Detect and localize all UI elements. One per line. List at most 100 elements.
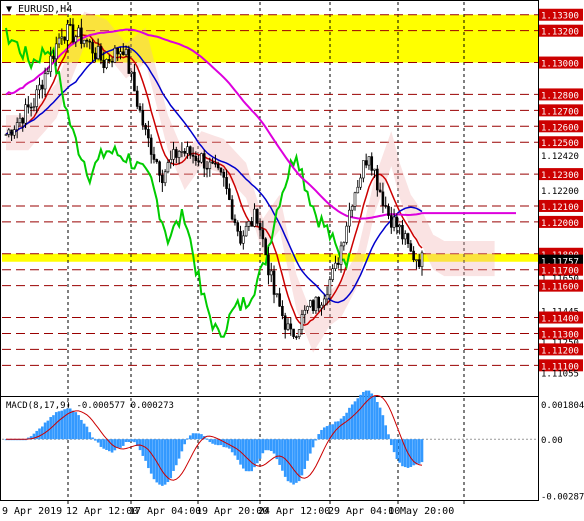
macd-bar [200,434,203,440]
macd-bar [398,439,401,463]
macd-bar [325,426,329,440]
candle-body [7,129,11,135]
macd-bar [381,415,385,440]
macd-bar [289,439,293,483]
candle-body [320,304,323,309]
candle-body [194,156,198,161]
candle-body [52,55,55,60]
macd-bar [222,439,226,448]
macd-bar [278,439,281,465]
candle-body [345,225,348,243]
candle-body [303,309,307,315]
candle-body [314,296,318,312]
chart-title: ▼ EURUSD,H4 [6,4,72,15]
candle-body [331,268,334,280]
candle-body [40,84,44,90]
macd-bar [102,439,106,449]
candle-body [127,49,131,74]
macd-bar [54,412,58,440]
candle-body [289,323,293,330]
candle-body [420,252,424,267]
candle-body [74,36,78,43]
candle-body [384,205,388,207]
macd-bar [292,439,295,485]
macd-bar [80,419,83,440]
macd-bar [96,439,100,443]
candle-body [202,153,206,169]
candle-body [102,59,106,68]
macd-bar [180,439,184,452]
macd-bar [57,411,61,440]
macd-bar [348,407,351,440]
candle-body [138,106,142,111]
time-label: 17 Apr 04:00 [129,506,201,517]
macd-bar [322,427,326,440]
macd-bar [147,439,150,469]
candle-body [144,124,147,130]
candle-body [236,222,240,232]
candle-body [356,186,360,194]
macd-bar [244,439,248,472]
macd-bar [194,433,198,440]
macd-bar [364,390,368,440]
candle-body [348,209,351,227]
candle-body [71,24,75,43]
macd-bar [38,428,41,440]
price-label: 1.12100 [541,203,579,213]
macd-bar [133,439,136,443]
macd-axis-label: -0.002874 [541,493,584,503]
macd-bar [205,438,209,440]
price-label: 1.13300 [541,12,579,22]
candle-body [15,122,19,130]
macd-bar [387,434,390,440]
candle-body [219,167,223,173]
candle-body [295,336,298,338]
candle-body [339,245,343,265]
candle-body [317,296,320,309]
candle-body [133,71,136,92]
macd-bar [362,391,365,440]
candle-body [334,262,337,269]
candle-body [253,208,256,227]
candle-body [175,149,178,158]
candle-body [54,43,58,60]
time-label: 12 Apr 12:00 [66,506,138,517]
macd-bar [141,439,145,456]
candle-body [141,110,145,126]
candle-body [82,39,86,44]
macd-bar [77,415,80,440]
candle-body [10,129,13,136]
candle-body [261,229,265,240]
macd-bar [392,439,396,453]
candle-body [158,161,161,176]
candle-body [258,223,262,231]
candle-body [186,146,189,154]
macd-axis-label: 0.001804 [541,401,584,411]
candle-body [281,305,284,317]
candle-body [409,243,413,252]
candle-body [362,160,365,179]
candle-body [205,167,209,170]
chart-window: ▼ EURUSD,H4 9 Apr 2019 12 Apr 12:00 17 Apr … [0,0,584,521]
candle-body [225,177,228,189]
macd-bar [169,439,173,479]
macd-bar [144,439,147,461]
candle-body [147,129,150,139]
candle-body [13,129,16,136]
macd-bar [74,412,78,440]
candle-body [91,41,94,54]
candle-body [359,177,362,188]
price-label: 1.11055 [541,369,579,379]
macd-bar [158,439,161,485]
candle-body [328,279,332,296]
macd-bar [214,439,217,445]
candle-body [177,151,181,158]
price-label: 1.13200 [541,28,579,38]
candle-body [322,298,326,306]
macd-bar [320,429,323,440]
price-label: 1.12600 [541,123,579,133]
macd-bar [127,439,131,443]
macd-bar [85,426,89,440]
macd-bar [286,439,290,482]
macd-bar [331,424,334,440]
